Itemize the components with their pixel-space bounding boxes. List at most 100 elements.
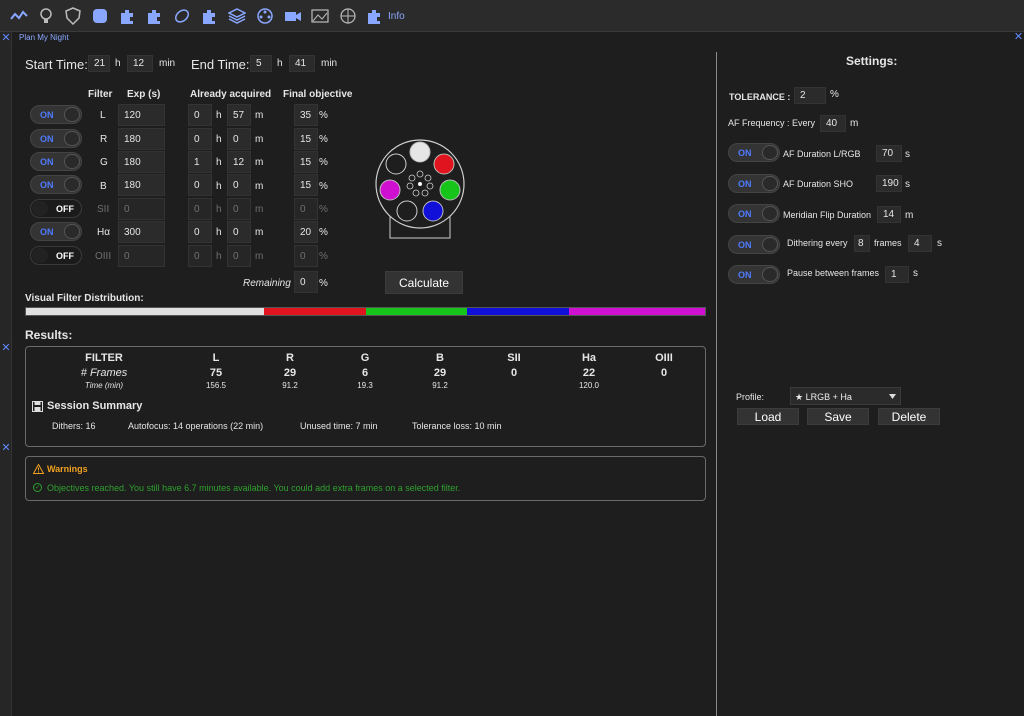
acq-min-input[interactable]: 0 <box>227 221 251 243</box>
result-frames-value: 0 <box>660 367 668 379</box>
exp-input[interactable]: 180 <box>118 174 165 196</box>
filter-header: Filter <box>88 89 113 100</box>
meridian-flip-input[interactable]: 14 <box>877 206 901 223</box>
percent-unit: % <box>319 204 328 215</box>
objective-input[interactable]: 15 <box>294 151 318 173</box>
puzzle-icon[interactable] <box>118 7 136 25</box>
exp-input[interactable]: 120 <box>118 104 165 126</box>
acq-hour-input[interactable]: 1 <box>188 151 212 173</box>
filter-toggle-g[interactable]: ON <box>30 152 82 171</box>
acq-min-input[interactable]: 0 <box>227 128 251 150</box>
meridian-flip-toggle[interactable]: ON <box>728 204 780 223</box>
min-unit: min <box>321 58 338 69</box>
exp-input[interactable]: 180 <box>118 128 165 150</box>
acq-min-input[interactable]: 12 <box>227 151 251 173</box>
pause-toggle[interactable]: ON <box>728 265 780 284</box>
objective-input[interactable]: 35 <box>294 104 318 126</box>
distribution-segment <box>569 308 705 315</box>
dithering-seconds-input[interactable]: 4 <box>908 235 932 252</box>
acq-min-input[interactable]: 57 <box>227 104 251 126</box>
result-frames-value: 6 <box>361 367 369 379</box>
puzzle-icon[interactable] <box>145 7 163 25</box>
percent-unit: % <box>319 110 328 121</box>
filter-toggle-l[interactable]: ON <box>30 105 82 124</box>
delete-button[interactable]: Delete <box>878 408 940 425</box>
acq-hour-input[interactable]: 0 <box>188 104 212 126</box>
profile-select[interactable]: ★ LRGB + Ha <box>790 387 901 405</box>
dome-icon[interactable] <box>339 7 357 25</box>
acq-hour-input[interactable]: 0 <box>188 198 212 220</box>
exp-input[interactable]: 0 <box>118 198 165 220</box>
acq-min-input[interactable]: 0 <box>227 198 251 220</box>
end-hour-input[interactable]: 5 <box>250 55 272 72</box>
tolerance-input[interactable]: 2 <box>794 87 826 104</box>
filter-name: OIII <box>95 251 112 262</box>
pause-label: Pause between frames <box>787 268 880 278</box>
filter-toggle-r[interactable]: ON <box>30 129 82 148</box>
filter-name: R <box>100 134 108 145</box>
exp-input[interactable]: 180 <box>118 151 165 173</box>
acq-min-input[interactable]: 0 <box>227 245 251 267</box>
close-icon[interactable]: ✕ <box>1 343 11 354</box>
result-frames-value: 75 <box>209 367 223 379</box>
tolerance-label: TOLERANCE : <box>729 92 791 102</box>
af-lrgb-input[interactable]: 70 <box>876 145 902 162</box>
objective-input[interactable]: 20 <box>294 221 318 243</box>
puzzle-icon[interactable] <box>365 7 383 25</box>
filter-toggle-b[interactable]: ON <box>30 175 82 194</box>
start-hour-input[interactable]: 21 <box>88 55 110 72</box>
af-sho-input[interactable]: 190 <box>876 175 902 192</box>
compass-icon[interactable] <box>91 7 109 25</box>
check-icon: ✓ <box>33 483 42 492</box>
filter-toggle-oiii[interactable]: OFF <box>30 246 82 265</box>
acq-hour-input[interactable]: 0 <box>188 174 212 196</box>
objective-input[interactable]: 15 <box>294 174 318 196</box>
objective-input[interactable]: 0 <box>294 198 318 220</box>
puzzle-icon[interactable] <box>200 7 218 25</box>
end-min-input[interactable]: 41 <box>289 55 315 72</box>
acq-hour-input[interactable]: 0 <box>188 245 212 267</box>
acq-hour-input[interactable]: 0 <box>188 128 212 150</box>
af-frequency-label: AF Frequency : Every <box>728 118 816 128</box>
af-lrgb-toggle[interactable]: ON <box>728 143 780 162</box>
shield-icon[interactable] <box>64 7 82 25</box>
dithering-frames-input[interactable]: 8 <box>854 235 870 252</box>
panel-divider[interactable] <box>716 52 717 716</box>
filter-wheel-icon[interactable] <box>256 7 274 25</box>
image-icon[interactable] <box>311 7 329 25</box>
start-min-input[interactable]: 12 <box>127 55 153 72</box>
objective-input[interactable]: 0 <box>294 245 318 267</box>
calculate-button[interactable]: Calculate <box>385 271 463 294</box>
percent-unit: % <box>319 227 328 238</box>
filter-toggle-sii[interactable]: OFF <box>30 199 82 218</box>
pause-input[interactable]: 1 <box>885 266 909 283</box>
start-time-label: Start Time: <box>25 57 88 72</box>
close-icon[interactable]: ✕ <box>1 443 11 454</box>
session-summary-title: Session Summary <box>47 400 143 412</box>
telescope-icon[interactable] <box>173 7 191 25</box>
result-frames-value: 22 <box>582 367 596 379</box>
close-icon[interactable]: ✕ <box>1013 32 1024 43</box>
dithering-toggle[interactable]: ON <box>728 235 780 254</box>
save-button[interactable]: Save <box>807 408 869 425</box>
objective-input[interactable]: 15 <box>294 128 318 150</box>
load-button[interactable]: Load <box>737 408 799 425</box>
bulb-icon[interactable] <box>37 7 55 25</box>
camera-icon[interactable] <box>284 7 302 25</box>
hour-unit: h <box>115 58 121 69</box>
exp-input[interactable]: 0 <box>118 245 165 267</box>
acq-hour-input[interactable]: 0 <box>188 221 212 243</box>
filter-toggle-ha[interactable]: ON <box>30 222 82 241</box>
result-time-value: 19.3 <box>357 381 373 390</box>
info-tab-label[interactable]: Info <box>388 11 405 22</box>
af-frequency-input[interactable]: 40 <box>820 115 846 132</box>
graph-icon[interactable] <box>10 7 28 25</box>
acq-min-input[interactable]: 0 <box>227 174 251 196</box>
warning-icon <box>33 464 44 474</box>
layers-icon[interactable] <box>228 7 246 25</box>
close-icon[interactable]: ✕ <box>1 33 11 44</box>
result-frames-value: 29 <box>283 367 297 379</box>
exp-input[interactable]: 300 <box>118 221 165 243</box>
min-unit: m <box>255 251 264 262</box>
af-sho-toggle[interactable]: ON <box>728 174 780 193</box>
